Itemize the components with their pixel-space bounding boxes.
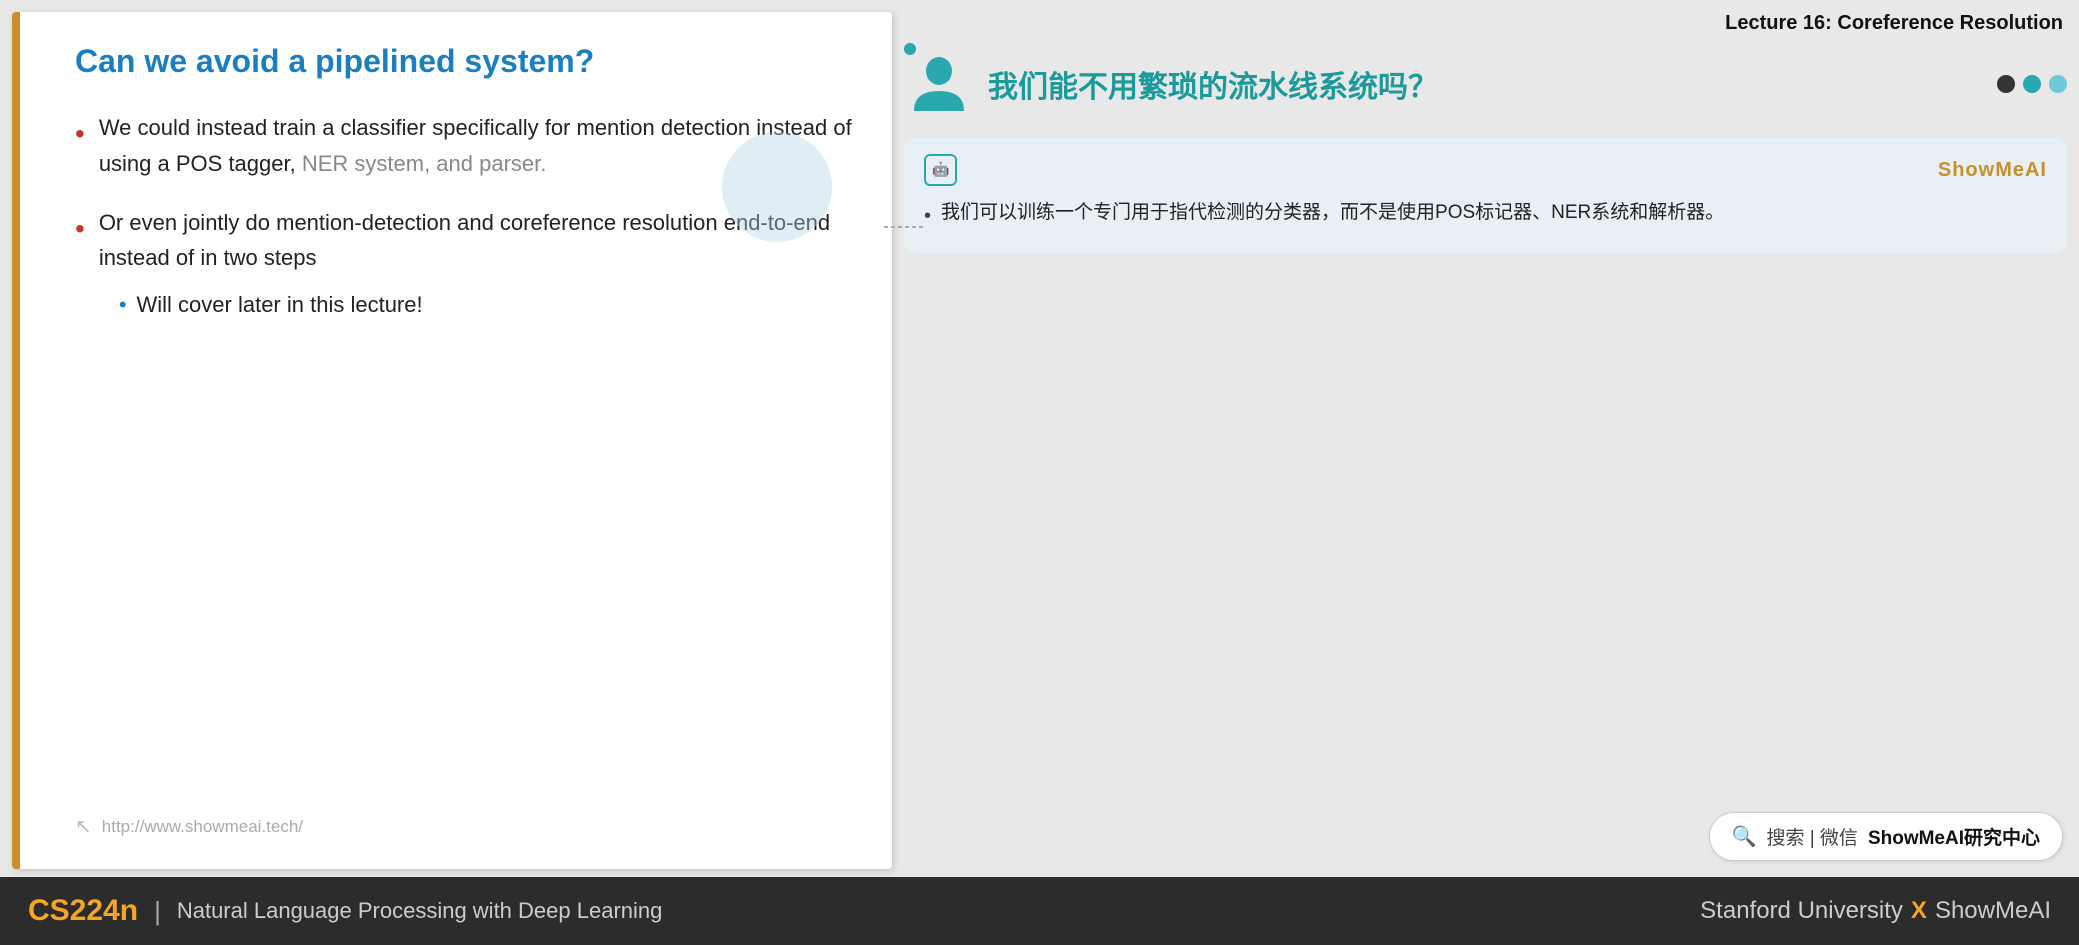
bottom-right: Stanford University X ShowMeAI xyxy=(1700,897,2051,925)
showmeai-text: ShowMeAI xyxy=(1935,897,2051,925)
search-bar[interactable]: 🔍 搜索 | 微信 ShowMeAI研究中心 xyxy=(1709,812,2063,861)
search-bold-text: ShowMeAI研究中心 xyxy=(1868,823,2040,850)
x-separator: X xyxy=(1911,897,1927,925)
stanford-text: Stanford University xyxy=(1700,897,1903,925)
sub-bullet-dot-1: • xyxy=(119,287,127,322)
bullet-dot-1: • xyxy=(75,112,85,157)
translation-bullet-text: 我们可以训练一个专门用于指代检测的分类器，而不是使用POS标记器、NER系统和解… xyxy=(941,197,1724,229)
slide-title: Can we avoid a pipelined system? xyxy=(75,42,852,80)
course-title: Natural Language Processing with Deep Le… xyxy=(177,898,1700,924)
translation-header: 我们能不用繁琐的流水线系统吗？ xyxy=(904,45,2067,123)
dot-1 xyxy=(1997,75,2015,93)
ai-icon-label: 🤖 xyxy=(932,158,949,182)
bar-divider: | xyxy=(154,896,161,927)
dot-2 xyxy=(2023,75,2041,93)
slide-panel: Can we avoid a pipelined system? • We co… xyxy=(12,12,892,869)
cursor-icon: ↖ xyxy=(75,814,92,839)
search-text: 搜索 | 微信 xyxy=(1766,823,1858,850)
search-bar-wrapper: 🔍 搜索 | 微信 ShowMeAI研究中心 xyxy=(904,812,2067,869)
right-panel: Lecture 16: Coreference Resolution 我们能不用… xyxy=(904,12,2067,869)
bullet-text-1-grey: NER system, and parser. xyxy=(302,151,547,176)
translation-icon xyxy=(904,49,974,119)
sub-bullet-item-1: • Will cover later in this lecture! xyxy=(119,287,852,322)
footer-link: http://www.showmeai.tech/ xyxy=(102,817,303,837)
slide-footer: ↖ http://www.showmeai.tech/ xyxy=(75,814,852,839)
translation-bullet: • 我们可以训练一个专门用于指代检测的分类器，而不是使用POS标记器、NER系统… xyxy=(924,197,2047,233)
three-dots xyxy=(1997,75,2067,93)
bullet-text-2-main: Or even jointly do mention-detection and… xyxy=(99,210,830,270)
circle-decoration xyxy=(722,132,832,242)
spacer xyxy=(904,263,2067,802)
translation-title: 我们能不用繁琐的流水线系统吗？ xyxy=(988,62,1438,106)
sub-bullet-text-1: Will cover later in this lecture! xyxy=(137,287,423,322)
translation-card: 🤖 ShowMeAI • 我们可以训练一个专门用于指代检测的分类器，而不是使用P… xyxy=(904,137,2067,253)
dashed-connector xyxy=(884,217,924,237)
course-code: CS224n xyxy=(28,894,138,928)
bullet-dot-2: • xyxy=(75,207,85,252)
translation-bullet-dot: • xyxy=(924,199,931,233)
ai-icon: 🤖 xyxy=(924,154,957,186)
bottom-bar: CS224n | Natural Language Processing wit… xyxy=(0,877,2079,945)
card-header: 🤖 ShowMeAI xyxy=(924,153,2047,187)
lecture-title: Lecture 16: Coreference Resolution xyxy=(904,12,2067,35)
showmeai-label: ShowMeAI xyxy=(1938,153,2047,187)
search-icon: 🔍 xyxy=(1732,824,1757,849)
dot-3 xyxy=(2049,75,2067,93)
